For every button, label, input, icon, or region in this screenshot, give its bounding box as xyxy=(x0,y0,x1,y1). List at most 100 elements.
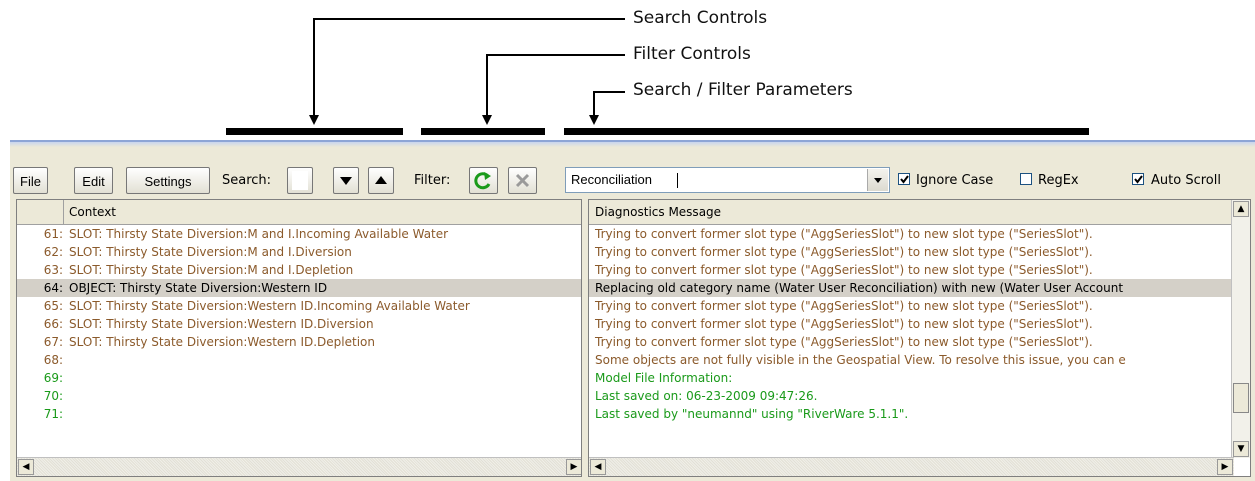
diagnostics-row[interactable]: Trying to convert former slot type ("Agg… xyxy=(589,297,1234,315)
window-title-strip xyxy=(10,142,1255,147)
diagnostics-message-text: Trying to convert former slot type ("Agg… xyxy=(595,299,1093,313)
callout-arrow-filter xyxy=(482,115,492,125)
diagnostics-row[interactable]: Trying to convert former slot type ("Agg… xyxy=(589,315,1234,333)
callout-line-search-h xyxy=(313,18,625,20)
diagnostics-row[interactable]: Model File Information: xyxy=(589,369,1234,387)
context-row[interactable]: 63: SLOT: Thirsty State Diversion:M and I… xyxy=(17,261,581,279)
callout-search-filter-parameters: Search / Filter Parameters xyxy=(633,80,853,100)
row-number: 66: xyxy=(43,317,63,331)
filter-label: Filter: xyxy=(414,173,451,188)
context-row[interactable]: 68: xyxy=(17,351,581,369)
text-caret xyxy=(677,173,678,188)
scroll-right-button[interactable]: ▶ xyxy=(1217,459,1233,475)
scroll-left-button[interactable]: ◀ xyxy=(590,459,606,475)
context-text: OBJECT: Thirsty State Diversion:Western … xyxy=(69,281,328,295)
diagnostics-panel: Diagnostics Message Trying to convert fo… xyxy=(588,199,1251,477)
context-row[interactable]: 66: SLOT: Thirsty State Diversion:Western… xyxy=(17,315,581,333)
ignore-case-checkbox[interactable] xyxy=(898,173,910,185)
context-row[interactable]: 69: xyxy=(17,369,581,387)
callout-line-search-v xyxy=(313,18,315,116)
context-row[interactable]: 67: SLOT: Thirsty State Diversion:Western… xyxy=(17,333,581,351)
bracket-search-controls xyxy=(226,128,403,135)
auto-scroll-checkbox[interactable] xyxy=(1132,173,1144,185)
diagnostics-row[interactable]: Trying to convert former slot type ("Agg… xyxy=(589,243,1234,261)
context-text: SLOT: Thirsty State Diversion:Western ID… xyxy=(69,335,375,349)
search-filter-combo[interactable]: Reconciliation xyxy=(565,167,890,193)
context-column-header[interactable]: Context xyxy=(69,200,116,224)
diagnostics-message-text: Some objects are not fully visible in th… xyxy=(595,353,1126,367)
edit-menu-button[interactable]: Edit xyxy=(74,167,113,194)
search-box-button[interactable] xyxy=(287,167,313,194)
combo-dropdown-button[interactable] xyxy=(867,169,888,191)
filter-clear-button[interactable] xyxy=(508,167,537,194)
callout-search-controls: Search Controls xyxy=(633,8,768,28)
context-row[interactable]: 61: SLOT: Thirsty State Diversion:M and I… xyxy=(17,225,581,243)
context-text: SLOT: Thirsty State Diversion:M and I.Di… xyxy=(69,245,352,259)
diagnostics-message-text: Replacing old category name (Water User … xyxy=(595,281,1124,295)
context-list: 61: SLOT: Thirsty State Diversion:M and I… xyxy=(17,225,581,455)
callout-arrow-params xyxy=(589,115,599,125)
ignore-case-label: Ignore Case xyxy=(916,173,994,188)
search-filter-input-value[interactable]: Reconciliation xyxy=(571,168,652,192)
regex-checkbox[interactable] xyxy=(1020,173,1032,185)
diagnostics-column-header[interactable]: Diagnostics Message xyxy=(595,200,721,224)
context-row[interactable]: 70: xyxy=(17,387,581,405)
context-row[interactable]: 71: xyxy=(17,405,581,423)
context-panel: Context 61: SLOT: Thirsty State Diversion… xyxy=(16,199,582,477)
bracket-search-filter-parameters xyxy=(564,128,1089,135)
settings-menu-button[interactable]: Settings xyxy=(126,167,210,194)
context-text: SLOT: Thirsty State Diversion:Western ID… xyxy=(69,317,374,331)
diagnostics-message-text: Trying to convert former slot type ("Agg… xyxy=(595,317,1093,331)
context-row[interactable]: 64: OBJECT: Thirsty State Diversion:Weste… xyxy=(17,279,581,297)
callout-line-filter-v xyxy=(486,54,488,116)
search-prev-button[interactable] xyxy=(368,167,394,194)
row-number: 63: xyxy=(43,263,63,277)
diagnostics-horizontal-scrollbar[interactable]: ◀ ▶ xyxy=(589,457,1234,476)
regex-label: RegEx xyxy=(1038,173,1079,188)
diagnostics-row[interactable]: Last saved on: 06-23-2009 09:47:26. xyxy=(589,387,1234,405)
context-text: SLOT: Thirsty State Diversion:M and I.De… xyxy=(69,263,354,277)
diagnostics-row[interactable]: Trying to convert former slot type ("Agg… xyxy=(589,225,1234,243)
bracket-filter-controls xyxy=(421,128,545,135)
diagnostics-message-text: Trying to convert former slot type ("Agg… xyxy=(595,227,1093,241)
row-number: 71: xyxy=(43,407,63,421)
callout-arrow-search xyxy=(309,115,319,125)
context-row[interactable]: 62: SLOT: Thirsty State Diversion:M and I… xyxy=(17,243,581,261)
diagnostics-row[interactable]: Last saved by "neumannd" using "RiverWar… xyxy=(589,405,1234,423)
callout-line-filter-h xyxy=(486,54,625,56)
context-row[interactable]: 65: SLOT: Thirsty State Diversion:Western… xyxy=(17,297,581,315)
diagnostics-message-text: Model File Information: xyxy=(595,371,733,385)
diagnostics-vertical-scrollbar[interactable]: ▲ ▼ xyxy=(1231,200,1250,458)
scroll-left-button[interactable]: ◀ xyxy=(18,459,34,475)
search-label: Search: xyxy=(222,173,272,188)
row-number: 70: xyxy=(43,389,63,403)
callout-line-params-v xyxy=(593,91,595,116)
checkmark-icon xyxy=(900,175,909,184)
row-number: 67: xyxy=(43,335,63,349)
diagnostics-row[interactable]: Replacing old category name (Water User … xyxy=(589,279,1234,297)
diagnostics-header-row: Diagnostics Message xyxy=(589,200,1234,225)
rownum-header-cell xyxy=(17,200,64,224)
filter-apply-button[interactable] xyxy=(469,167,498,194)
file-menu-button[interactable]: File xyxy=(13,167,48,194)
diagnostics-row[interactable]: Some objects are not fully visible in th… xyxy=(589,351,1234,369)
scroll-down-button[interactable]: ▼ xyxy=(1233,441,1249,457)
row-number: 62: xyxy=(43,245,63,259)
callout-line-params-h xyxy=(593,91,625,93)
triangle-up-icon xyxy=(375,176,387,184)
callout-filter-controls: Filter Controls xyxy=(633,44,751,64)
scroll-thumb[interactable] xyxy=(1233,383,1249,413)
row-number: 64: xyxy=(43,281,63,295)
scroll-up-button[interactable]: ▲ xyxy=(1233,201,1249,217)
context-horizontal-scrollbar[interactable]: ◀ ▶ xyxy=(17,457,581,476)
row-number: 65: xyxy=(43,299,63,313)
search-next-button[interactable] xyxy=(333,167,359,194)
diagnostics-row[interactable]: Trying to convert former slot type ("Agg… xyxy=(589,261,1234,279)
diagnostics-message-text: Trying to convert former slot type ("Agg… xyxy=(595,263,1093,277)
diagnostics-row[interactable]: Trying to convert former slot type ("Agg… xyxy=(589,333,1234,351)
diagnostics-window: File Edit Settings Search: Filter: Recon… xyxy=(10,140,1255,481)
row-number: 61: xyxy=(43,227,63,241)
context-header-row: Context xyxy=(17,200,581,225)
scroll-right-button[interactable]: ▶ xyxy=(566,459,581,475)
row-number: 69: xyxy=(43,371,63,385)
